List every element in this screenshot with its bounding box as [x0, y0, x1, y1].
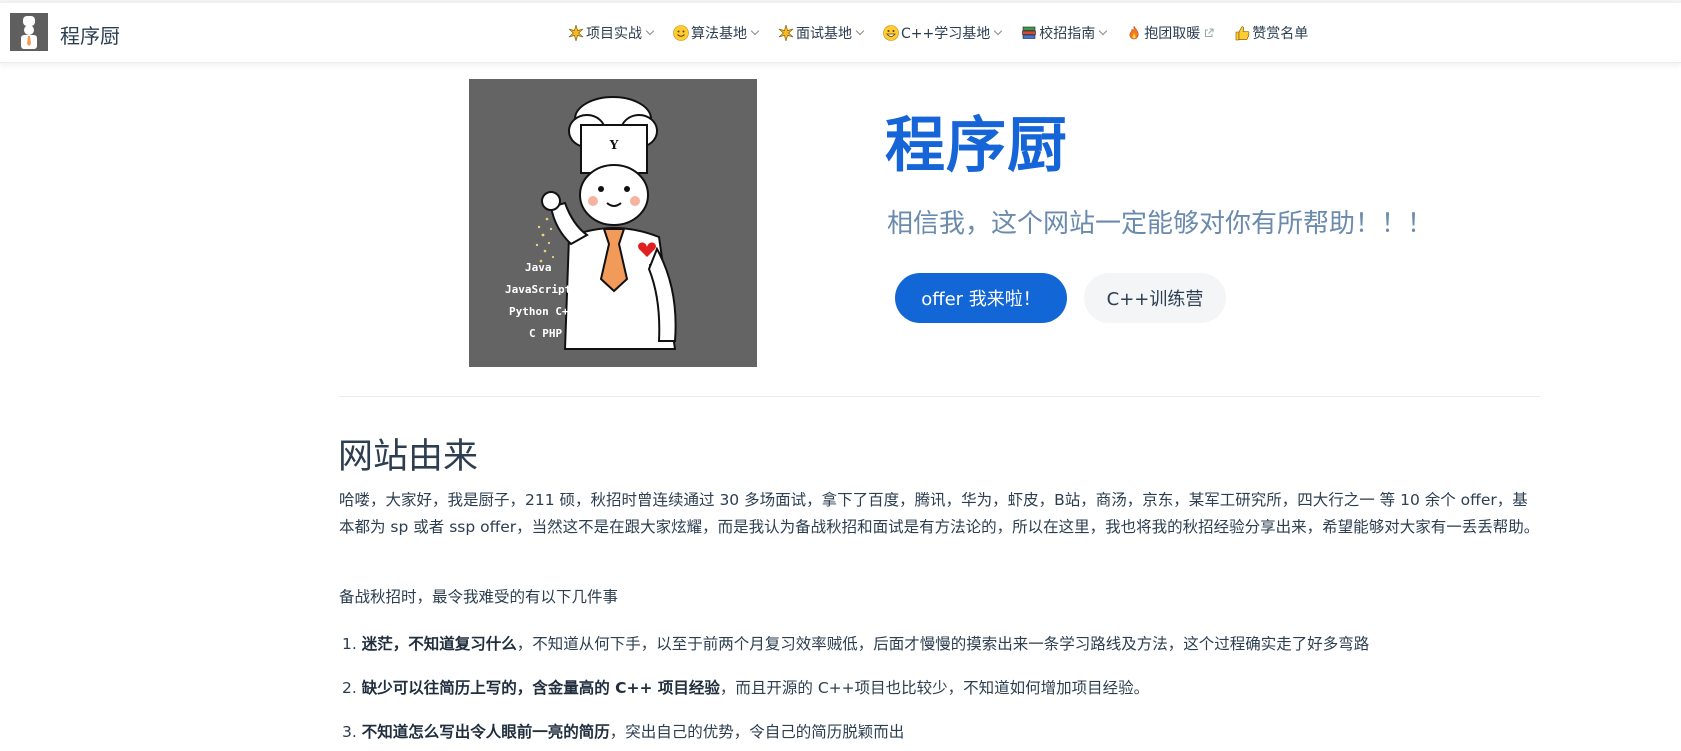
nav-item-cpp[interactable]: C++学习基地 — [883, 23, 1003, 43]
nav-item-community[interactable]: 抱团取暖 — [1126, 23, 1214, 43]
cpp-camp-button[interactable]: C++训练营 — [1084, 273, 1226, 323]
site-logo[interactable] — [10, 13, 48, 51]
list-item-text: ，而且开源的 C++项目也比较少，不知道如何增加项目经验。 — [719, 679, 1150, 697]
book-stack-icon — [1022, 26, 1037, 39]
list-number: 3. — [342, 723, 357, 741]
grin-face-icon — [883, 24, 899, 41]
fire-icon — [1129, 25, 1139, 39]
chef-logo-icon — [10, 13, 48, 51]
chevron-down-icon — [994, 26, 1003, 35]
main-nav: 项目实战 算法基地 面试基地 C++学习基地 校招指南 抱团取暖 赞赏名单 — [568, 3, 1308, 62]
external-link-icon — [1205, 28, 1214, 37]
nav-item-label: 抱团取暖 — [1144, 25, 1201, 42]
nav-item-algorithms[interactable]: 算法基地 — [673, 23, 760, 43]
offer-button[interactable]: offer 我来啦！ — [895, 273, 1067, 323]
list-item-bold: 迷茫，不知道复习什么 — [361, 635, 517, 653]
chevron-down-icon — [645, 26, 655, 35]
nav-item-projects[interactable]: 项目实战 — [568, 23, 655, 43]
lead-paragraph: 备战秋招时，最令我难受的有以下几件事 — [339, 588, 619, 606]
nav-item-campus-guide[interactable]: 校招指南 — [1021, 23, 1108, 43]
list-number: 2. — [342, 679, 357, 697]
chevron-down-icon — [855, 26, 865, 35]
site-name[interactable]: 程序厨 — [60, 20, 120, 49]
image-text-python: Python C++ — [509, 305, 576, 318]
nav-item-label: C++学习基地 — [901, 25, 991, 42]
list-item-bold: 缺少可以往简历上写的，含金量高的 C++ 项目经验 — [361, 679, 720, 697]
list-item: 1. 迷茫，不知道复习什么，不知道从何下手，以至于前两个月复习效率贼低，后面才慢… — [342, 632, 1369, 654]
smile-face-icon — [673, 24, 689, 41]
nav-item-label: 项目实战 — [586, 25, 642, 42]
list-item: 2. 缺少可以往简历上写的，含金量高的 C++ 项目经验，而且开源的 C++项目… — [342, 676, 1149, 698]
image-text-c-php: C PHP — [529, 327, 562, 340]
svg-text:Y: Y — [609, 138, 619, 152]
list-item-text: ，突出自己的优势，令自己的简历脱颖而出 — [609, 723, 905, 741]
navbar: 程序厨 项目实战 算法基地 面试基地 C++学习基地 校招指南 抱团取暖 赞赏名… — [0, 3, 1681, 63]
chef-illustration-icon: Y Tm Java JavaScript Python C++ C PHP — [469, 79, 757, 367]
list-item-text: ，不知道从何下手，以至于前两个月复习效率贼低，后面才慢慢的摸索出来一条学习路线及… — [516, 635, 1370, 653]
list-number: 1. — [342, 635, 357, 653]
hero-title: 程序厨 — [885, 111, 1068, 181]
sparkle-icon — [778, 24, 794, 41]
nav-item-sponsors[interactable]: 赞赏名单 — [1234, 23, 1308, 43]
nav-item-label: 算法基地 — [691, 25, 747, 42]
intro-paragraph: 哈喽，大家好，我是厨子，211 硕，秋招时曾连续通过 30 多场面试，拿下了百度… — [339, 491, 1540, 536]
nav-item-interviews[interactable]: 面试基地 — [778, 23, 865, 43]
thumbs-up-icon — [1235, 25, 1250, 40]
nav-item-label: 校招指南 — [1039, 25, 1096, 42]
list-item-bold: 不知道怎么写出令人眼前一亮的简历 — [361, 723, 610, 741]
image-text-javascript: JavaScript — [505, 283, 571, 296]
nav-item-label: 面试基地 — [796, 25, 852, 42]
chevron-down-icon — [1099, 26, 1108, 35]
hero-chef-illustration: Y Tm Java JavaScript Python C++ C PHP — [469, 79, 757, 367]
image-text-java: Java — [525, 261, 552, 274]
divider — [339, 396, 1540, 397]
list-item: 3. 不知道怎么写出令人眼前一亮的简历，突出自己的优势，令自己的简历脱颖而出 — [342, 720, 904, 742]
sparkle-icon — [568, 24, 584, 41]
hero-tagline: 相信我，这个网站一定能够对你有所帮助！！！ — [887, 209, 1434, 239]
section-title: 网站由来 — [338, 437, 479, 477]
nav-item-label: 赞赏名单 — [1252, 25, 1309, 42]
chevron-down-icon — [750, 26, 760, 35]
